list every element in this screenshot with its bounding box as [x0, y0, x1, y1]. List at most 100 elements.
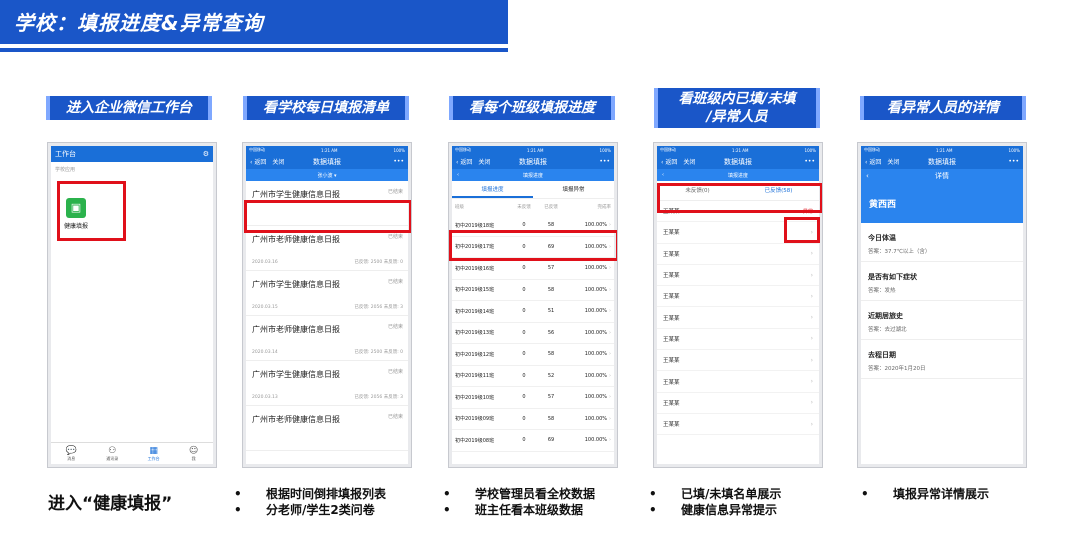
chevron-right-icon: › [810, 378, 813, 386]
stage-label-5: 看异常人员的详情 [860, 96, 1026, 120]
workbench-title: 工作台 [55, 150, 76, 158]
member-name: 王某某 [663, 422, 680, 429]
table-cell: 初中2019级16班 [455, 265, 495, 272]
chevron-right-icon: › [609, 265, 611, 272]
tab-label: 工作台 [147, 455, 160, 461]
status-tag: 已结束 [387, 279, 403, 285]
table-cell: 0 [522, 415, 526, 422]
table-cell: 0 [522, 265, 526, 272]
list-item[interactable]: 王某某 › [657, 265, 819, 287]
table-cell: 初中2019级08班 [455, 437, 495, 444]
tab-messages[interactable]: 💬 消息 [66, 446, 77, 462]
table-cell: 51 [547, 308, 555, 315]
sub-header: ‹ 填报进度 [657, 169, 819, 181]
battery: 100% [804, 147, 816, 153]
tab-progress[interactable]: 填报进度 [452, 181, 533, 198]
table-cell: 58 [547, 415, 555, 422]
list-item[interactable]: 王某某 › [657, 350, 819, 372]
chevron-left-icon[interactable]: ‹ [866, 172, 869, 180]
table-cell: 0 [522, 394, 526, 401]
table-header: 班级 未反馈 已反馈 完成率 [452, 199, 614, 215]
chevron-left-icon[interactable]: ‹ [662, 172, 664, 178]
table-row[interactable]: 初中2019级15班 0 58 100.00% › [452, 280, 614, 301]
list-item[interactable]: 王某某 › [657, 244, 819, 265]
detail-list: 今日体温 答案：37.7℃以上（含） 是否有如下症状 答案：发热 近期居旅史 答案：去过湖… [861, 223, 1023, 379]
tab-label: 消息 [67, 455, 76, 461]
answer: 答案：37.7℃以上（含） [868, 249, 931, 255]
clock: 1:21 AM [732, 147, 749, 153]
table-cell: 0 [522, 222, 526, 229]
chevron-right-icon: › [609, 437, 611, 444]
list-item[interactable]: 广州市老师健康信息日报 已结束 [246, 406, 408, 451]
nav-title: 数据填报 [724, 157, 752, 166]
chevron-right-icon: › [609, 351, 611, 358]
table-row[interactable]: 初中2019级14班 0 51 100.00% › [452, 301, 614, 323]
table-cell: 69 [547, 437, 555, 444]
table-row[interactable]: 初中2019级13班 0 56 100.00% › [452, 323, 614, 344]
table-cell: 58 [547, 222, 555, 229]
table-row[interactable]: 初中2019级11班 0 52 100.00% › [452, 366, 614, 387]
report-date: 2020.03.13 [252, 395, 278, 400]
table-cell: 初中2019级09班 [455, 416, 495, 423]
progress-tabs: 填报进度 填报异常 [452, 181, 614, 199]
member-name: 王某某 [663, 273, 680, 280]
list-item[interactable]: 王某某 › [657, 286, 819, 308]
org-chart-icon: ⚇ [108, 445, 117, 456]
phone-member-list: 中国移动 1:21 AM 100% ‹ 返回 关闭 数据填报 ••• ‹ 填报进度 未… [653, 142, 823, 468]
highlight-box [449, 230, 617, 261]
member-name: 王某某 [663, 251, 680, 258]
highlight-box [57, 181, 126, 241]
user-name: 张小波 ▾ [317, 172, 337, 179]
bullet-text: 班主任看本班级数据 [475, 503, 584, 517]
status-tag: 已结束 [387, 369, 403, 375]
report-stats: 已反馈: 2056 未反馈: 3 [354, 395, 403, 400]
table-cell: 初中2019级12班 [455, 351, 495, 358]
status-bar: 中国移动 1:21 AM 100% [861, 146, 1023, 154]
report-date: 2020.03.15 [252, 305, 278, 310]
caption-3: • 学校管理员看全校数据 • 班主任看本班级数据 [443, 487, 596, 517]
list-item[interactable]: 广州市学生健康信息日报 已结束 2020.03.15 已反馈: 2056 未反馈: 3 [246, 271, 408, 316]
table-row[interactable]: 初中2019级16班 0 57 100.00% › [452, 258, 614, 280]
table-row[interactable]: 初中2019级08班 0 69 100.00% › [452, 430, 614, 452]
table-row[interactable]: 初中2019级10班 0 57 100.00% › [452, 387, 614, 409]
settings-icon[interactable]: ⚙ [203, 150, 209, 158]
tab-me[interactable]: ☺ 我 [189, 446, 198, 462]
highlight-box [784, 217, 820, 243]
tab-label: 通讯录 [106, 455, 119, 461]
question: 去程日期 [868, 351, 896, 359]
list-item[interactable]: 王某某 › [657, 393, 819, 414]
list-item[interactable]: 王某某 › [657, 414, 819, 436]
status-tag: 已结束 [387, 189, 403, 195]
chevron-right-icon: › [609, 308, 611, 315]
col-class: 班级 [455, 205, 464, 210]
list-item[interactable]: 王某某 › [657, 371, 819, 393]
user-selector[interactable]: 张小波 ▾ [246, 169, 408, 181]
list-item[interactable]: 王某某 › [657, 307, 819, 329]
bullet-text: 分老师/学生2类问卷 [266, 503, 375, 517]
list-item[interactable]: 广州市老师健康信息日报 已结束 2020.03.14 已反馈: 2500 未反馈: 0 [246, 316, 408, 361]
list-item[interactable]: 广州市学生健康信息日报 已结束 2020.03.13 已反馈: 2056 未反馈: 3 [246, 361, 408, 406]
report-title: 广州市学生健康信息日报 [252, 370, 340, 379]
table-cell: 100.00% [584, 286, 607, 293]
report-title: 广州市学生健康信息日报 [252, 190, 340, 199]
tab-abnormal[interactable]: 填报异常 [533, 181, 614, 198]
answer: 答案：去过湖北 [868, 327, 907, 333]
table-row[interactable]: 初中2019级12班 0 58 100.00% › [452, 344, 614, 366]
stage-label-1: 进入企业微信工作台 [46, 96, 212, 120]
nav-bar: ‹ 返回 关闭 数据填报 ••• [657, 154, 819, 169]
tab-contacts[interactable]: ⚇ 通讯录 [106, 446, 118, 462]
tab-workbench[interactable]: ▦ 工作台 [148, 446, 160, 462]
table-row[interactable]: 初中2019级09班 0 58 100.00% › [452, 409, 614, 430]
highlight-box [244, 200, 411, 233]
report-title: 广州市学生健康信息日报 [252, 280, 340, 289]
table-cell: 初中2019级15班 [455, 287, 495, 294]
sub-title: 详情 [935, 172, 949, 180]
chevron-right-icon: › [609, 286, 611, 293]
table-cell: 100.00% [584, 329, 607, 336]
chevron-left-icon[interactable]: ‹ [457, 172, 459, 178]
list-item[interactable]: 王某某 › [657, 329, 819, 351]
detail-item: 近期居旅史 答案：去过湖北 [861, 301, 1023, 340]
phone-detail: 中国移动 1:21 AM 100% ‹ 返回 关闭 数据填报 ••• ‹ 详情 黄西西… [857, 142, 1027, 468]
member-name: 王某某 [663, 315, 680, 322]
phone-class-progress: 中国移动 1:21 AM 100% ‹ 返回 关闭 数据填报 ••• ‹ 填报进度 填… [448, 142, 618, 468]
